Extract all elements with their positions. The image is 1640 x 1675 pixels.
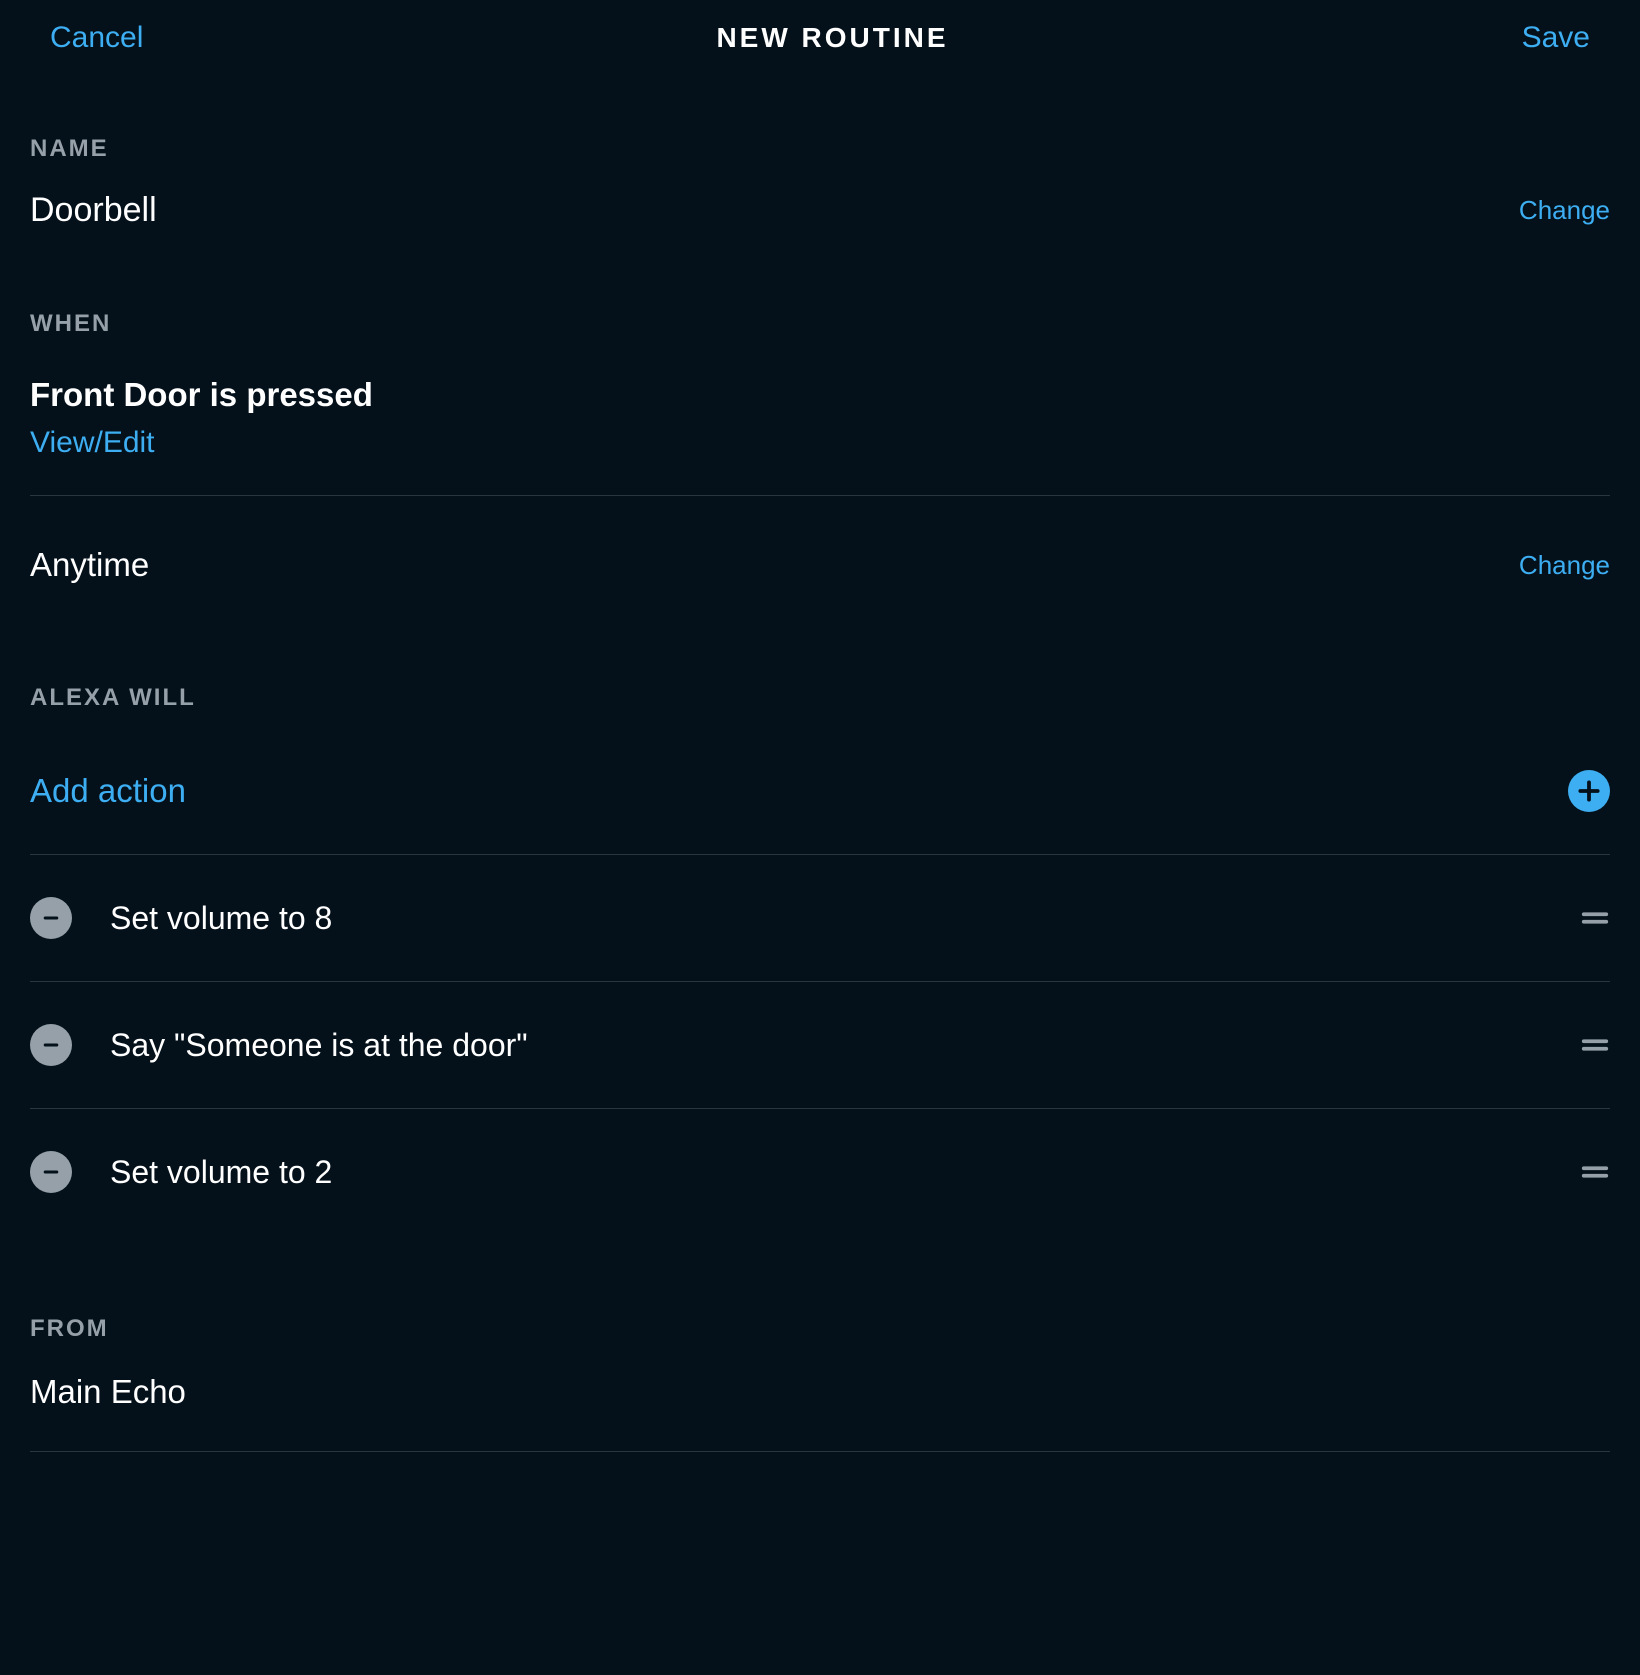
schedule-text: Anytime <box>30 546 149 584</box>
action-row: Set volume to 8 <box>30 854 1610 981</box>
drag-handle-icon[interactable] <box>1580 1157 1610 1187</box>
when-trigger-text: Front Door is pressed <box>30 366 1610 414</box>
save-button[interactable]: Save <box>1522 21 1590 55</box>
action-left: Set volume to 8 <box>30 897 332 939</box>
content: NAME Doorbell Change WHEN Front Door is … <box>0 75 1640 1452</box>
name-row: Doorbell Change <box>30 191 1610 250</box>
actions-section-label: ALEXA WILL <box>30 624 1610 740</box>
remove-action-icon[interactable] <box>30 897 72 939</box>
add-action-label: Add action <box>30 772 186 810</box>
header: Cancel NEW ROUTINE Save <box>0 0 1640 75</box>
action-text: Say "Someone is at the door" <box>110 1027 528 1064</box>
action-row: Say "Someone is at the door" <box>30 981 1610 1108</box>
action-left: Set volume to 2 <box>30 1151 332 1193</box>
name-section-label: NAME <box>30 75 1610 191</box>
cancel-button[interactable]: Cancel <box>50 21 143 55</box>
action-left: Say "Someone is at the door" <box>30 1024 528 1066</box>
drag-handle-icon[interactable] <box>1580 1030 1610 1060</box>
change-name-link[interactable]: Change <box>1519 195 1610 226</box>
when-section-label: WHEN <box>30 250 1610 366</box>
plus-icon <box>1568 770 1610 812</box>
remove-action-icon[interactable] <box>30 1024 72 1066</box>
change-schedule-link[interactable]: Change <box>1519 550 1610 581</box>
from-device-value[interactable]: Main Echo <box>30 1343 1610 1451</box>
action-row: Set volume to 2 <box>30 1108 1610 1235</box>
schedule-row: Anytime Change <box>30 496 1610 624</box>
add-action-button[interactable]: Add action <box>30 740 1610 854</box>
routine-name-value: Doorbell <box>30 191 157 230</box>
remove-action-icon[interactable] <box>30 1151 72 1193</box>
drag-handle-icon[interactable] <box>1580 903 1610 933</box>
divider <box>30 1451 1610 1452</box>
action-text: Set volume to 2 <box>110 1154 332 1191</box>
view-edit-link[interactable]: View/Edit <box>30 414 1610 495</box>
from-section-label: FROM <box>30 1235 1610 1343</box>
action-text: Set volume to 8 <box>110 900 332 937</box>
page-title: NEW ROUTINE <box>716 22 948 54</box>
